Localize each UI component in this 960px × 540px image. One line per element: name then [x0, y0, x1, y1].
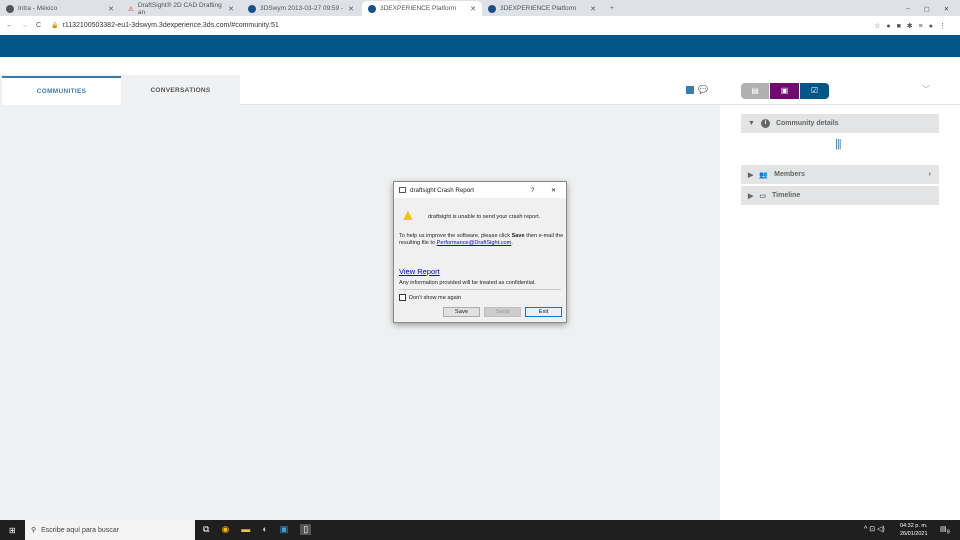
info-view-button[interactable]: ▤ [741, 83, 769, 99]
tab-label: Intra - México [18, 5, 58, 12]
address-bar: ← → C 🔒 r1132100503382-eu1-3dswym.3dexpe… [0, 16, 960, 35]
loading-spinner-icon: ||| [835, 138, 842, 150]
tab-communities[interactable]: COMMUNITIES [2, 76, 121, 105]
globe-icon [488, 4, 496, 13]
tab-label: 3DEXPERIENCE Platform [500, 5, 577, 12]
tab-label: 3DEXPERIENCE Platform [380, 5, 457, 12]
tab-label: 3DSwym 2013-03-27 09:59 - [260, 5, 344, 12]
checkbox-label: Don't show me again [409, 294, 462, 301]
forward-icon[interactable]: → [21, 22, 28, 29]
dialog-message: draftsight is unable to send your crash … [428, 214, 541, 220]
layout-grid-icon[interactable] [686, 86, 694, 94]
browser-tab[interactable]: 3DEXPERIENCE Platform ✕ [482, 1, 602, 16]
new-tab-button[interactable]: + [604, 1, 620, 16]
left-panel [0, 75, 240, 520]
close-tab-icon[interactable]: ✕ [590, 5, 596, 13]
close-tab-icon[interactable]: ✕ [348, 5, 354, 13]
browser-tab[interactable]: Intra - México ✕ [0, 1, 120, 16]
confidential-note: Any information provided will be treated… [399, 280, 536, 286]
date: 26/01/2021 [900, 531, 928, 537]
section-members[interactable]: ▶ 👥 Members › [741, 165, 939, 184]
top-strip [240, 75, 960, 105]
chat-icon[interactable]: 💬 [698, 85, 708, 94]
body-text: . [511, 240, 513, 246]
search-placeholder: Escribe aquí para buscar [41, 526, 119, 534]
close-tab-icon[interactable]: ✕ [470, 5, 476, 13]
tab-label: DraftSight® 2D CAD Drafting an [137, 1, 222, 16]
save-button[interactable]: Save [443, 307, 480, 317]
app-icon [399, 187, 406, 193]
email-link[interactable]: Performance@DraftSight.com [437, 240, 512, 246]
section-label: Timeline [772, 192, 801, 199]
help-button[interactable]: ? [531, 187, 534, 194]
minimize-icon[interactable]: – [906, 5, 910, 12]
section-label: Community details [775, 120, 839, 127]
chevron-right-icon[interactable]: › [929, 171, 931, 178]
media-view-button[interactable]: ▣ [770, 83, 799, 99]
caret-right-icon: ▶ [748, 192, 754, 200]
browser-tab[interactable]: 3DEXPERIENCE Platform ✕ [362, 1, 482, 16]
system-tray-icons[interactable]: ^ ⊡ ◁) [864, 525, 885, 533]
windows-start-icon[interactable]: ⊞ [9, 526, 16, 535]
time: 04:32 p. m. [900, 523, 928, 529]
browser-extension-icons[interactable]: ☆●■✱≡●⋮ [874, 22, 952, 30]
comment-icon: ▭ [759, 192, 767, 200]
section-timeline[interactable]: ▶ ▭ Timeline [741, 186, 939, 205]
clock[interactable]: 04:32 p. m. 26/01/2021 [900, 522, 928, 538]
maximize-icon[interactable]: ▢ [924, 5, 930, 13]
checkbox-box[interactable] [399, 294, 406, 301]
globe-icon [6, 4, 14, 13]
view-report-link[interactable]: View Report [399, 267, 440, 276]
body-text: To help us improve the software, please … [399, 233, 512, 239]
browser-tab-bar: Intra - México ✕ ⚠ DraftSight® 2D CAD Draf… [0, 0, 960, 16]
draftsight-taskbar-icon[interactable]: ▯ [300, 524, 312, 535]
platform-header [0, 35, 960, 57]
dialog-titlebar: draftsight Crash Report ? ✕ [394, 182, 566, 198]
section-label: Members [774, 171, 805, 178]
globe-icon [368, 4, 376, 13]
app-icon[interactable]: ◐ [262, 524, 267, 535]
dialog-body: To help us improve the software, please … [399, 233, 564, 247]
members-icon: 👥 [759, 171, 769, 179]
exit-button[interactable]: Exit [525, 307, 562, 317]
divider [399, 289, 561, 290]
search-icon: ⚲ [31, 527, 37, 534]
crash-report-dialog: draftsight Crash Report ? ✕ ▲ draftsight… [393, 181, 567, 323]
dont-show-checkbox[interactable]: Don't show me again [399, 294, 461, 301]
close-button[interactable]: ✕ [551, 187, 556, 194]
tab-conversations[interactable]: CONVERSATIONS [121, 76, 240, 105]
window-controls[interactable]: – ▢ ✕ [900, 1, 955, 16]
app-icon[interactable]: ▣ [280, 524, 289, 535]
dialog-title: draftsight Crash Report [410, 186, 474, 194]
lock-icon: 🔒 [51, 23, 59, 29]
browser-tab[interactable]: ⚠ DraftSight® 2D CAD Drafting an ✕ [122, 1, 240, 16]
reload-icon[interactable]: C [36, 22, 41, 29]
task-view-icon[interactable]: ⧉ [203, 524, 209, 535]
notification-icon[interactable]: ▤9 [940, 525, 950, 535]
browser-tab[interactable]: 3DSwym 2013-03-27 09:59 - ✕ [242, 1, 360, 16]
globe-icon [248, 4, 256, 13]
close-window-icon[interactable]: ✕ [944, 5, 949, 13]
warning-icon: ▲ [400, 207, 416, 224]
notification-count: 9 [946, 529, 950, 536]
taskbar-search[interactable]: ⚲ Escribe aquí para buscar [25, 520, 195, 540]
close-tab-icon[interactable]: ✕ [228, 5, 234, 13]
back-icon[interactable]: ← [6, 22, 13, 29]
tasks-view-button[interactable]: ☑ [800, 83, 829, 99]
caret-down-icon: ▼ [748, 120, 755, 127]
close-tab-icon[interactable]: ✕ [108, 5, 114, 13]
url-field[interactable]: r1132100503382-eu1-3dswym.3dexperience.3… [63, 22, 279, 29]
chrome-icon[interactable]: ◉ [221, 524, 229, 535]
file-explorer-icon[interactable]: ▬ [241, 524, 250, 535]
info-icon: i [760, 119, 770, 128]
draftsight-icon: ⚠ [128, 5, 134, 13]
taskbar-apps: ⧉ ◉ ▬ ◐ ▣ ▯ [203, 524, 312, 535]
body-bold: Save [511, 233, 525, 239]
caret-right-icon: ▶ [748, 171, 754, 179]
taskbar: ⊞ ⚲ Escribe aquí para buscar ⧉ ◉ ▬ ◐ ▣ ▯ … [0, 520, 960, 540]
send-button[interactable]: Send [484, 307, 521, 317]
chevron-down-icon[interactable]: ﹀ [922, 84, 930, 95]
section-community-details[interactable]: ▼ i Community details [741, 114, 939, 133]
